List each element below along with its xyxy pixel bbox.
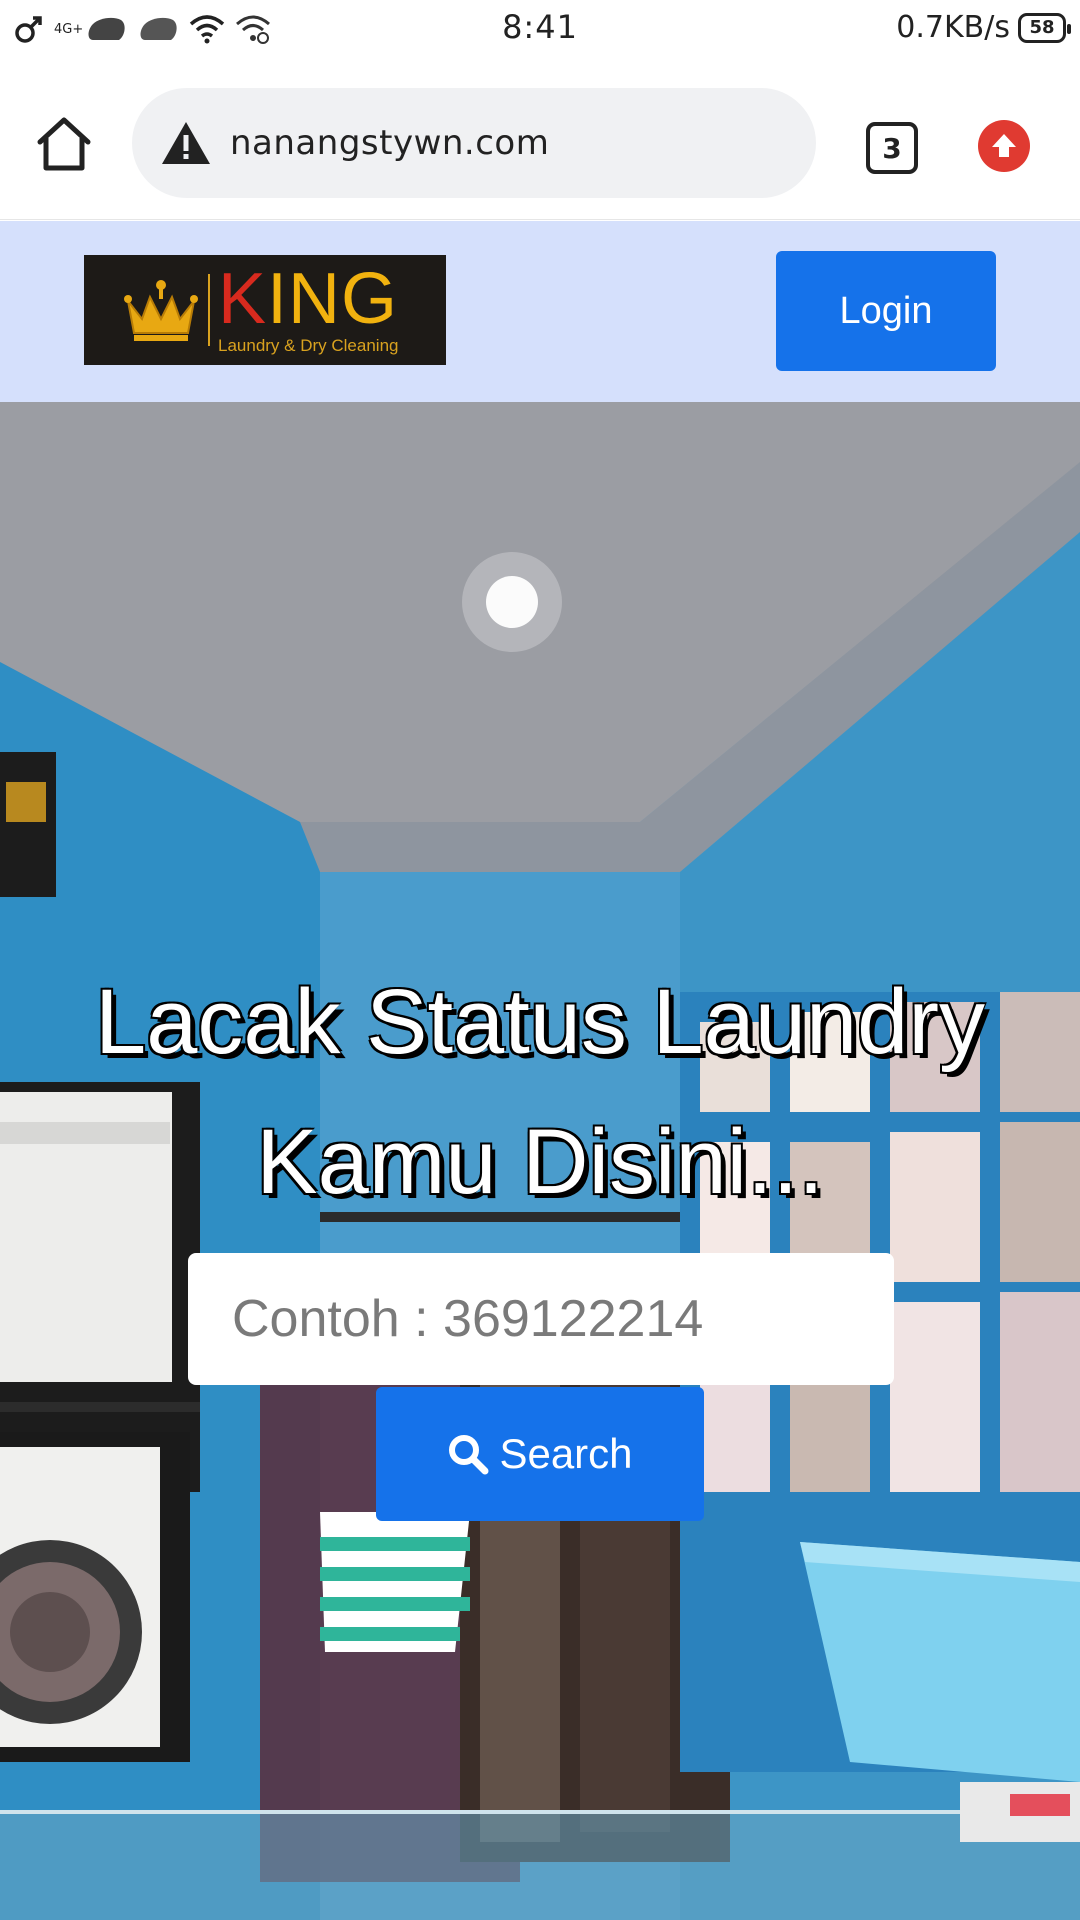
data-rate: 0.7KB/s — [896, 10, 1010, 45]
tracking-number-input[interactable] — [188, 1253, 894, 1385]
search-button[interactable]: Search — [376, 1387, 704, 1521]
search-icon — [449, 1435, 489, 1475]
update-button[interactable] — [978, 120, 1030, 172]
tab-switcher-button[interactable]: 3 — [866, 122, 918, 174]
arrow-up-icon — [992, 134, 1016, 157]
hero-title: Lacak Status Laundry Kamu Disini... — [95, 971, 985, 1213]
site-header: KING Laundry & Dry Cleaning Login — [0, 221, 1080, 402]
warning-triangle-icon[interactable] — [160, 120, 212, 166]
logo-text: KING Laundry & Dry Cleaning — [218, 259, 399, 356]
crown-icon — [124, 280, 198, 341]
status-bar: 4G+ 8:41 0.7KB/s 58 — [0, 0, 1080, 60]
logo-name: KING — [218, 259, 399, 339]
address-bar[interactable]: nanangstywn.com — [132, 88, 816, 198]
browser-toolbar: nanangstywn.com 3 — [0, 60, 1080, 220]
login-button[interactable]: Login — [776, 251, 996, 371]
logo-name-first-letter: K — [218, 259, 268, 339]
logo-subtitle: Laundry & Dry Cleaning — [218, 336, 399, 355]
brand-logo[interactable]: KING Laundry & Dry Cleaning — [84, 255, 446, 365]
search-button-label: Search — [499, 1430, 633, 1477]
hero-section: Lacak Status Laundry Kamu Disini... Sear… — [0, 402, 1080, 1920]
tab-count: 3 — [882, 131, 902, 165]
logo-divider — [208, 274, 210, 346]
battery-icon: 58 — [1018, 12, 1071, 43]
battery-level: 58 — [1029, 17, 1055, 38]
home-icon[interactable] — [34, 114, 94, 174]
url-text[interactable]: nanangstywn.com — [230, 123, 549, 163]
status-icons-right: 0.7KB/s 58 — [896, 10, 1071, 45]
